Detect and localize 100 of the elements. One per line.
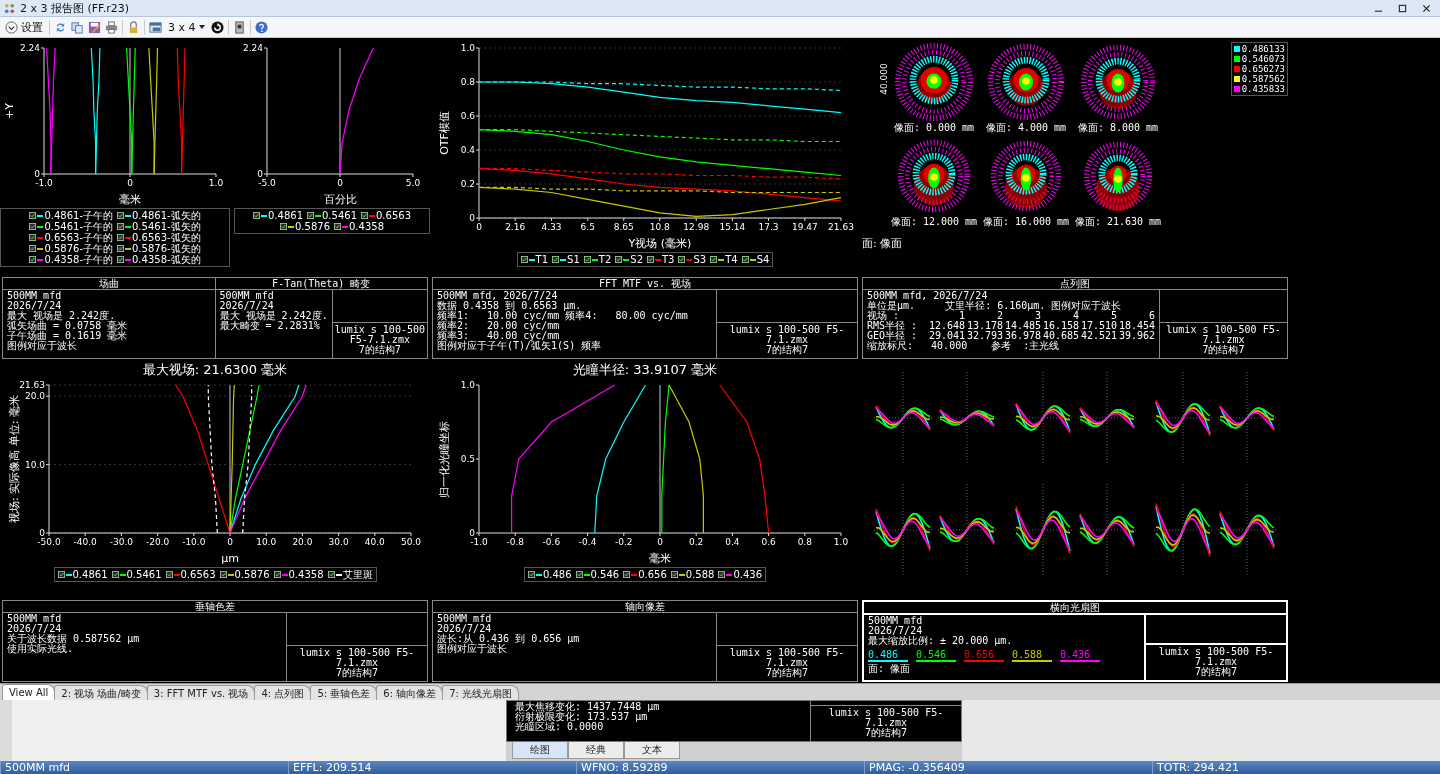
info-text: 图例对应于波长: [437, 644, 508, 654]
legend-label: 0.5461: [322, 210, 357, 221]
legend-label: S1: [567, 254, 580, 265]
table-cell: 17.510: [1079, 321, 1117, 331]
tick-label: 0: [476, 222, 482, 232]
table-cell-text: 2: [995, 311, 1003, 321]
axis-title: 毫米: [649, 552, 671, 565]
tick-label: 30.0: [328, 537, 349, 547]
panel-title: 点列图: [863, 278, 1287, 290]
tick-label: 15.14: [719, 222, 746, 232]
tick-label: 6.5: [580, 222, 595, 232]
table-cell-text: GEO半径 :: [867, 331, 919, 341]
tick-label: 0.6: [460, 111, 475, 121]
legend-label: 0.435833: [1241, 84, 1285, 94]
wavelength-label: 0.588: [1012, 649, 1052, 662]
config-label: 7的结构7: [864, 728, 907, 738]
axis-title: 归一化光瞳坐标: [438, 420, 451, 498]
legend-label: S2: [630, 254, 643, 265]
axis-title: 视场: 实际像高 单位: 毫米: [8, 395, 21, 523]
spot-label: 像面: 4.000 mm: [985, 122, 1067, 134]
legend-label: 0.4358: [349, 221, 384, 232]
tick-label: 1.0: [460, 380, 475, 390]
tick-label: 10.8: [649, 222, 670, 232]
legend-label: 0.6563: [180, 569, 216, 580]
info-text: 最大焦移变化: 1437.7448 µm: [515, 702, 661, 712]
tick-label: 5.0: [405, 178, 421, 188]
legend-label: 0.486: [542, 569, 572, 580]
info-text: 最大缩放比例: ± 20.000 µm.: [868, 636, 1014, 646]
tick-label: 8.65: [613, 222, 634, 232]
chart-title: 最大视场: 21.6300 毫米: [142, 362, 288, 377]
tick-label: 10.0: [256, 537, 277, 547]
info-text: 关于波长数据 0.587562 µm: [7, 634, 141, 644]
table-cell: 16.158: [1041, 321, 1079, 331]
wavelength-label: 0.546: [916, 649, 956, 662]
table-cell: 18.454: [1117, 321, 1155, 331]
table-cell-text: RMS半径 :: [867, 321, 919, 331]
table-cell: 29.041: [927, 331, 965, 341]
panel-title: FFT MTF vs. 视场: [433, 278, 857, 290]
legend-label: T4: [725, 254, 738, 265]
tick-label: 2.16: [505, 222, 526, 232]
file-name: lumix s 100-500 F5-7.1.zmx: [1157, 647, 1275, 667]
info-text: 500MM mfd: [7, 291, 63, 301]
info-text: 子午场曲 = 0.1619 毫米: [7, 331, 129, 341]
table-cell: 32.793: [965, 331, 1003, 341]
info-text: 图例对应于子午(T)/弧矢1(S) 频率: [437, 341, 603, 351]
legend-label: 0.436: [733, 569, 763, 580]
tick-label: 1.0: [460, 43, 475, 53]
panel-title: 轴向像差: [433, 601, 857, 613]
config-label: 7的结构7: [765, 345, 808, 355]
legend-label: 0.546073: [1241, 54, 1285, 64]
tick-label: 20.0: [24, 391, 45, 402]
legend-label: 0.656273: [1241, 64, 1285, 74]
table-cell-text: 6: [1147, 311, 1155, 321]
file-name: lumix s 100-500 F5-7.1.zmx: [334, 325, 425, 345]
tick-label: 0: [469, 213, 475, 223]
tick-label: -50.0: [37, 537, 61, 547]
tick-label: 10.0: [24, 459, 45, 470]
tick-label: 0.8: [797, 537, 812, 547]
tick-label: 20.0: [292, 537, 313, 547]
legend-label: 0.4861: [268, 210, 303, 221]
config-label: 7的结构7: [335, 668, 378, 678]
file-name: lumix s 100-500 F5-7.1.zmx: [827, 708, 945, 728]
info-text: 500MM mfd, 2026/7/24: [437, 291, 559, 301]
legend-label: 0.5461-子午的: [44, 221, 113, 232]
legend-label: 0.5876-子午的: [44, 243, 113, 254]
axis-title: Y视场 (毫米): [628, 237, 692, 250]
table-cell: 39.962: [1117, 331, 1155, 341]
info-text: 频率2: 20.00 cyc/mm: [437, 321, 561, 331]
status-text: WFNO: 8.59289: [576, 761, 864, 774]
tick-label: 0: [657, 537, 663, 547]
tick-label: 0.4: [460, 145, 475, 155]
info-text: 2026/7/24: [868, 626, 924, 636]
table-cell-text: 5: [1109, 311, 1117, 321]
legend-label: T3: [662, 254, 675, 265]
info-text: 弧矢场曲 = 0.0758 毫米: [7, 321, 129, 331]
tick-label: -20.0: [145, 537, 170, 547]
status-text: EFFL: 209.514: [288, 761, 576, 774]
file-name: lumix s 100-500 F5-7.1.zmx: [298, 648, 416, 668]
tick-label: -0.2: [615, 537, 633, 547]
status-text: PMAG: -0.356409: [864, 761, 1152, 774]
legend-label: T2: [598, 254, 612, 265]
legend-label: 0.5876: [295, 221, 330, 232]
tick-label: 0: [257, 169, 263, 179]
tick-label: 12.98: [683, 222, 710, 232]
legend-label: 0.588: [685, 569, 715, 580]
legend-label: 0.486133: [1241, 44, 1285, 54]
tick-label: 0: [127, 178, 133, 188]
info-text: 衍射极限变化: 173.537 µm: [515, 712, 648, 722]
tick-label: 19.47: [791, 222, 818, 232]
info-text: 2026/7/24: [219, 301, 275, 311]
info-text: 频率1: 10.00 cyc/mm 频率4: 80.00 cyc/mm: [437, 311, 689, 321]
info-text: 500MM mfd, 2026/7/24: [867, 291, 989, 301]
tick-label: 0: [39, 528, 45, 538]
panel-title: 垂轴色差: [3, 601, 427, 613]
file-name: lumix s 100-500 F5-7.1.zmx: [728, 325, 846, 345]
info-text: 500MM mfd: [7, 614, 63, 624]
spot-label: 像面: 21.630 mm: [1074, 216, 1162, 228]
table-cell: 13.178: [965, 321, 1003, 331]
legend-label: 0.5876: [234, 569, 270, 580]
tick-label: 17.3: [758, 222, 779, 232]
